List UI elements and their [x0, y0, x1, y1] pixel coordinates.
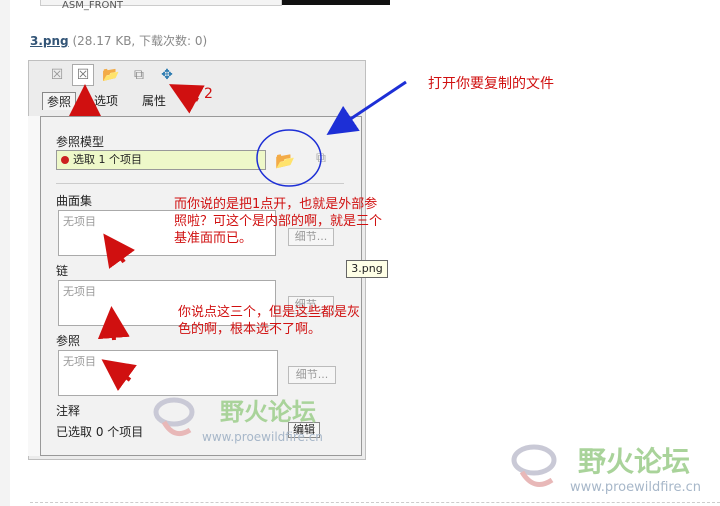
annotation-number-1: 1 — [78, 104, 87, 120]
highlight-circle — [256, 129, 322, 187]
arrow-surface — [103, 233, 136, 269]
annotation-overlay — [69, 80, 407, 392]
arrow-2 — [168, 84, 205, 114]
annotation-explain-1: 而你说的是把1点开，也就是外部参照啦？可这个是内部的啊，就是三个基准面而已。 — [174, 197, 383, 246]
annotation-number-2: 2 — [204, 86, 213, 102]
arrow-reference — [101, 359, 137, 392]
arrow-chain — [97, 306, 130, 341]
annotation-explain-2: 你说点这三个，但是这些都是灰色的啊，根本选不了啊。 — [178, 305, 361, 337]
post-divider — [30, 502, 720, 503]
annotation-open-file: 打开你要复制的文件 — [428, 76, 554, 92]
blue-arrow — [326, 80, 407, 135]
